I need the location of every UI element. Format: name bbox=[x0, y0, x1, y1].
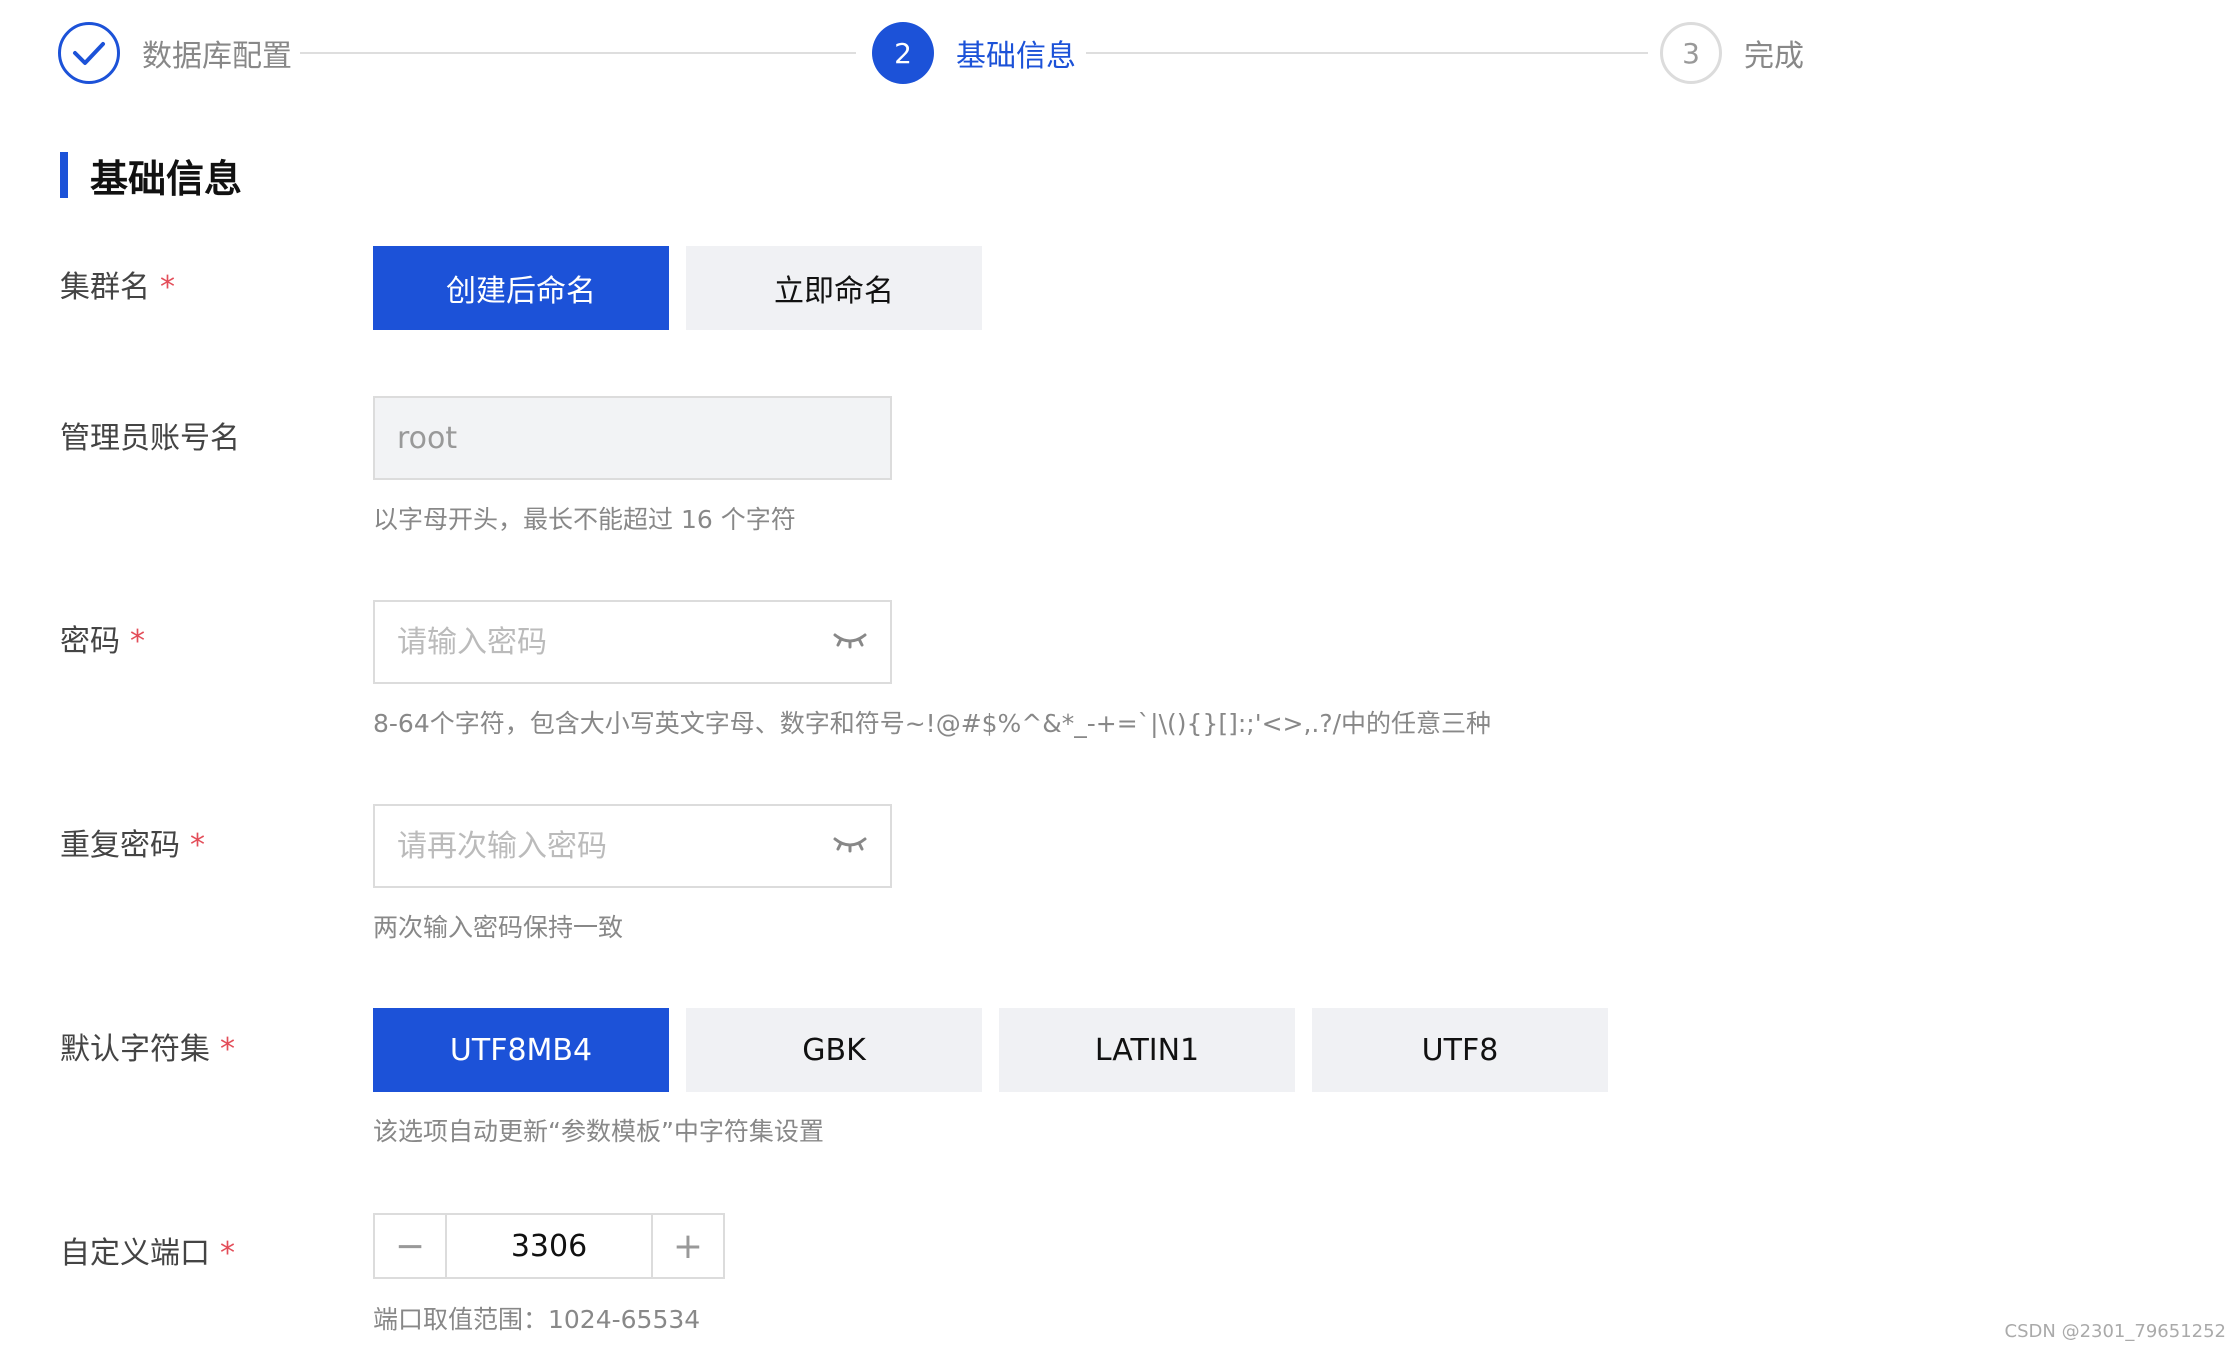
repeat-password-input[interactable] bbox=[397, 828, 832, 864]
step-label: 数据库配置 bbox=[142, 39, 292, 74]
stepper: 数据库配置 2 基础信息 3 完成 bbox=[58, 22, 1804, 84]
admin-account-hint: 以字母开头，最长不能超过 16 个字符 bbox=[373, 505, 796, 534]
watermark: CSDN @2301_79651252 bbox=[2004, 1321, 2226, 1342]
eye-closed-icon[interactable] bbox=[832, 834, 868, 858]
decrement-button[interactable]: − bbox=[375, 1215, 447, 1277]
increment-button[interactable]: + bbox=[651, 1215, 723, 1277]
password-hint: 8-64个字符，包含大小写英文字母、数字和符号~!@#$%^&*_-+=`|\(… bbox=[373, 709, 1492, 738]
admin-account-field bbox=[373, 396, 892, 480]
section-accent-bar bbox=[60, 152, 68, 198]
section-header: 基础信息 bbox=[60, 152, 242, 201]
option-utf8mb4[interactable]: UTF8MB4 bbox=[373, 1008, 669, 1092]
password-field[interactable] bbox=[373, 600, 892, 684]
option-name-now[interactable]: 立即命名 bbox=[686, 246, 982, 330]
charset-hint: 该选项自动更新“参数模板”中字符集设置 bbox=[373, 1117, 824, 1146]
repeat-password-hint: 两次输入密码保持一致 bbox=[373, 913, 624, 942]
option-name-after-create[interactable]: 创建后命名 bbox=[373, 246, 669, 330]
step-connector bbox=[300, 52, 856, 54]
required-mark: * bbox=[220, 1032, 235, 1067]
repeat-password-field[interactable] bbox=[373, 804, 892, 888]
repeat-password-label: 重复密码 * bbox=[60, 828, 205, 863]
port-hint: 端口取值范围：1024-65534 bbox=[373, 1305, 701, 1334]
section-title: 基础信息 bbox=[90, 156, 243, 201]
charset-options: UTF8MB4 GBK LATIN1 UTF8 bbox=[373, 1008, 1608, 1092]
cluster-name-label: 集群名 * bbox=[60, 270, 175, 305]
step-basic-info[interactable]: 2 基础信息 bbox=[872, 22, 1076, 84]
port-input[interactable]: 3306 bbox=[447, 1215, 651, 1277]
port-stepper: − 3306 + bbox=[373, 1213, 725, 1279]
eye-closed-icon[interactable] bbox=[832, 630, 868, 654]
step-database-config[interactable]: 数据库配置 bbox=[58, 22, 292, 84]
port-label: 自定义端口 * bbox=[60, 1236, 235, 1271]
option-gbk[interactable]: GBK bbox=[686, 1008, 982, 1092]
step-label: 完成 bbox=[1744, 39, 1804, 74]
step-complete[interactable]: 3 完成 bbox=[1660, 22, 1804, 84]
required-mark: * bbox=[190, 828, 205, 863]
option-utf8[interactable]: UTF8 bbox=[1312, 1008, 1608, 1092]
step-connector bbox=[1086, 52, 1648, 54]
step-label: 基础信息 bbox=[956, 39, 1076, 74]
step-number: 2 bbox=[872, 22, 934, 84]
password-input[interactable] bbox=[397, 624, 832, 660]
cluster-name-options: 创建后命名 立即命名 bbox=[373, 246, 982, 330]
admin-account-input bbox=[397, 420, 868, 456]
check-icon bbox=[58, 22, 120, 84]
step-number: 3 bbox=[1660, 22, 1722, 84]
required-mark: * bbox=[160, 270, 175, 305]
password-label: 密码 * bbox=[60, 624, 145, 659]
admin-account-label: 管理员账号名 bbox=[60, 421, 240, 456]
option-latin1[interactable]: LATIN1 bbox=[999, 1008, 1295, 1092]
charset-label: 默认字符集 * bbox=[60, 1032, 235, 1067]
required-mark: * bbox=[130, 624, 145, 659]
required-mark: * bbox=[220, 1236, 235, 1271]
